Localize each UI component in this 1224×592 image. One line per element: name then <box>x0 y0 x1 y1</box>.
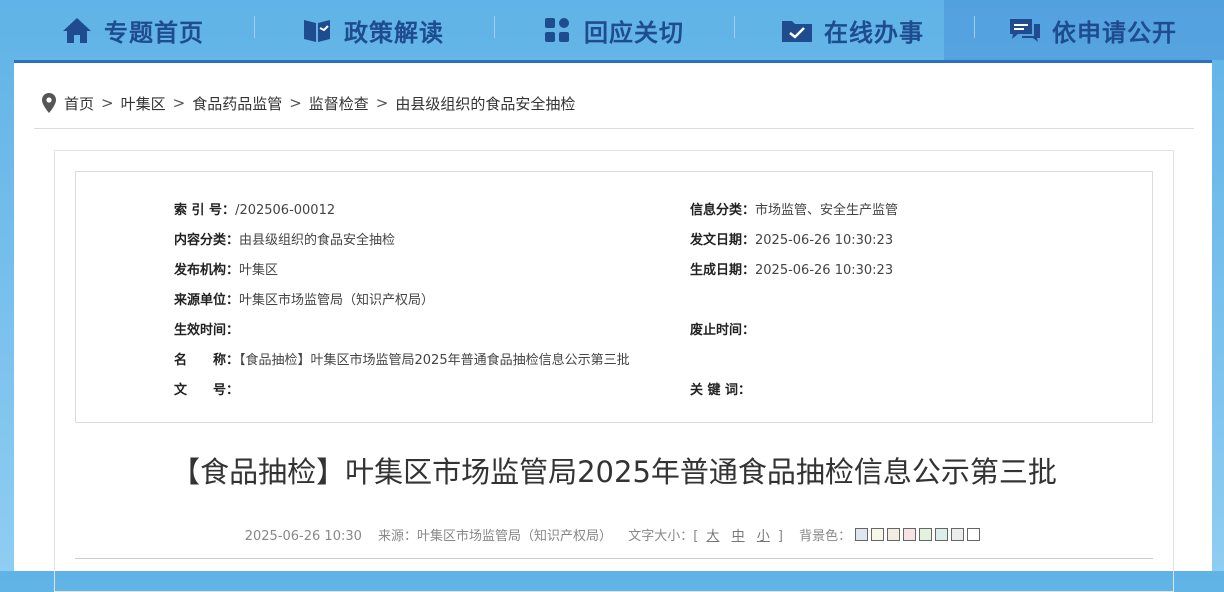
bg-color-swatch[interactable] <box>903 528 917 541</box>
bg-color-swatch[interactable] <box>967 528 981 541</box>
grid-icon <box>540 13 574 47</box>
bg-color-swatch[interactable] <box>855 528 869 541</box>
home-icon <box>60 13 94 47</box>
article-source: 叶集区市场监管局（知识产权局） <box>417 529 613 544</box>
breadcrumb-separator: > <box>289 94 302 112</box>
nav-label: 回应关切 <box>584 18 684 47</box>
meta-name: 名 称：【食品抽检】叶集区市场监管局2025年普通食品抽检信息公示第三批 <box>174 353 630 368</box>
article-info-bar: 2025-06-26 10:30 来源：叶集区市场监管局（知识产权局） 文字大小… <box>55 525 1173 544</box>
breadcrumb-home[interactable]: 首页 <box>64 93 94 114</box>
nav-item-home[interactable]: 专题首页 <box>60 0 204 60</box>
article-date: 2025-06-26 10:30 <box>244 529 362 544</box>
meta-publisher: 发布机构：叶集区 <box>174 263 279 278</box>
breadcrumb-separator: > <box>375 94 389 112</box>
meta-keywords: 关 键 词： <box>690 383 752 398</box>
bg-color-swatch[interactable] <box>919 528 933 541</box>
bg-color-swatch[interactable] <box>871 528 885 541</box>
nav-label: 政策解读 <box>344 18 444 47</box>
nav-item-policy[interactable]: 政策解读 <box>300 0 444 60</box>
nav-divider <box>254 16 255 38</box>
meta-expiry-time: 废止时间： <box>690 323 756 338</box>
breadcrumb-separator: > <box>172 94 186 112</box>
folder-check-icon <box>780 13 814 47</box>
breadcrumb: 首页 > 叶集区 > 食品药品监管 > 监督检查 > 由县级组织的食品安全抽检 <box>42 91 575 115</box>
breadcrumb-divider <box>34 128 1194 129</box>
font-size-label: 文字大小：[ <box>628 529 699 544</box>
bg-color-swatches <box>855 528 983 544</box>
meta-effective-time: 生效时间： <box>174 323 240 338</box>
font-size-small[interactable]: 小 <box>757 529 770 544</box>
nav-item-online-service[interactable]: 在线办事 <box>780 0 924 60</box>
nav-item-apply-disclosure[interactable]: 依申请公开 <box>1008 0 1177 60</box>
main-panel: 首页 > 叶集区 > 食品药品监管 > 监督检查 > 由县级组织的食品安全抽检 … <box>14 63 1212 592</box>
nav-label: 专题首页 <box>104 18 204 47</box>
breadcrumb-separator: > <box>101 94 114 112</box>
meta-doc-number: 文 号： <box>174 383 240 398</box>
bg-color-swatch[interactable] <box>935 528 949 541</box>
nav-label: 依申请公开 <box>1052 18 1177 47</box>
meta-issue-date: 发文日期：2025-06-26 10:30:23 <box>690 233 894 248</box>
top-navigation: 专题首页 政策解读 回应关切 在线办事 依申请公开 <box>0 0 1224 60</box>
meta-content-category: 内容分类：由县级组织的食品安全抽检 <box>174 233 396 248</box>
nav-divider <box>974 16 975 38</box>
breadcrumb-food-drug[interactable]: 食品药品监管 <box>192 93 282 114</box>
article-container: 索 引 号：/202506-00012 内容分类：由县级组织的食品安全抽检 发布… <box>54 150 1174 592</box>
chat-icon <box>1008 13 1042 47</box>
nav-item-response[interactable]: 回应关切 <box>540 0 684 60</box>
bg-color-swatch[interactable] <box>887 528 901 541</box>
meta-info-category: 信息分类：市场监管、安全生产监管 <box>690 203 899 218</box>
meta-source-unit: 来源单位：叶集区市场监管局（知识产权局） <box>174 293 435 308</box>
book-icon <box>300 13 334 47</box>
source-label: 来源： <box>378 529 418 544</box>
meta-index: 索 引 号：/202506-00012 <box>174 203 336 218</box>
nav-divider <box>734 16 735 38</box>
nav-divider <box>494 16 495 38</box>
location-pin-icon <box>42 93 56 113</box>
bg-color-swatch[interactable] <box>951 528 965 541</box>
info-divider <box>75 558 1153 559</box>
breadcrumb-current[interactable]: 由县级组织的食品安全抽检 <box>395 93 575 114</box>
article-title: 【食品抽检】叶集区市场监管局2025年普通食品抽检信息公示第三批 <box>171 455 1057 489</box>
bg-color-label: 背景色： <box>799 529 852 544</box>
breadcrumb-inspection[interactable]: 监督检查 <box>309 93 369 114</box>
nav-label: 在线办事 <box>824 18 924 47</box>
breadcrumb-district[interactable]: 叶集区 <box>121 93 166 114</box>
metadata-box: 索 引 号：/202506-00012 内容分类：由县级组织的食品安全抽检 发布… <box>75 171 1153 423</box>
meta-generated-date: 生成日期：2025-06-26 10:30:23 <box>690 263 894 278</box>
font-size-close: ] <box>777 529 783 544</box>
font-size-medium[interactable]: 中 <box>732 529 745 544</box>
font-size-large[interactable]: 大 <box>706 529 719 544</box>
